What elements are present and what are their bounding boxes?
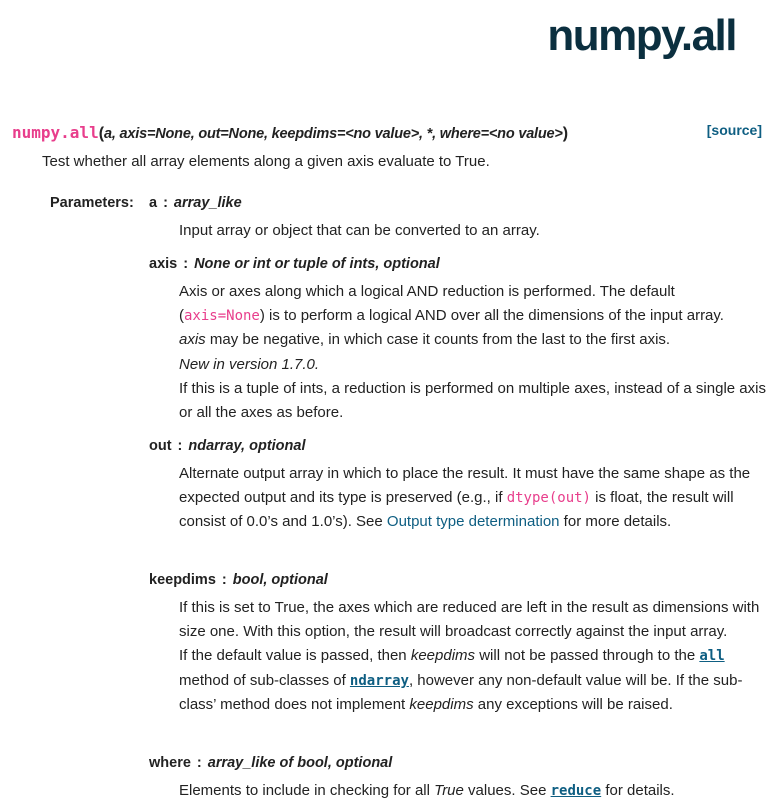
emphasis: axis bbox=[179, 331, 206, 349]
param-axis-description: Axis or axes along which a logical AND r… bbox=[179, 280, 769, 425]
param-separator: : bbox=[163, 195, 168, 211]
param-a: a: array_like Input array or object that … bbox=[149, 191, 769, 243]
param-keepdims: keepdims: bool, optional If this is set t… bbox=[149, 568, 769, 717]
param-out-head: out: ndarray, optional bbox=[149, 434, 769, 458]
param-axis: axis: None or int or tuple of ints, optio… bbox=[149, 252, 769, 425]
emphasis: keepdims bbox=[410, 647, 476, 665]
param-a-description: Input array or object that can be conver… bbox=[179, 222, 540, 239]
desc-line: If this is a tuple of ints, a reduction … bbox=[179, 379, 766, 422]
param-name: a bbox=[149, 195, 158, 211]
output-type-link[interactable]: Output type determination bbox=[387, 513, 560, 530]
param-name: axis bbox=[149, 256, 178, 272]
param-out-description: Alternate output array in which to place… bbox=[179, 465, 751, 531]
desc-line: axis may be negative, in which case it c… bbox=[179, 331, 671, 349]
desc-line: (axis=None) is to perform a logical AND … bbox=[179, 307, 724, 325]
function-summary: Test whether all array elements along a … bbox=[42, 153, 490, 170]
param-type: ndarray, optional bbox=[188, 438, 306, 454]
param-separator: : bbox=[196, 755, 202, 771]
ndarray-link[interactable]: ndarray bbox=[350, 673, 409, 689]
signature-close-paren: ) bbox=[562, 125, 569, 142]
reduce-link[interactable]: reduce bbox=[551, 783, 602, 799]
desc-line: Axis or axes along which a logical AND r… bbox=[179, 283, 675, 300]
param-name: where bbox=[149, 755, 191, 771]
source-link[interactable]: [source] bbox=[707, 118, 762, 142]
param-keepdims-description: If this is set to True, the axes which a… bbox=[179, 596, 769, 717]
param-where: where: array_like of bool, optional Eleme… bbox=[149, 751, 769, 803]
param-type: array_like bbox=[173, 195, 242, 211]
parameters-label: Parameters: bbox=[50, 195, 134, 211]
param-separator: : bbox=[177, 438, 183, 454]
param-type: array_like of bool, optional bbox=[207, 755, 393, 771]
param-separator: : bbox=[183, 256, 189, 272]
param-a-head: a: array_like bbox=[149, 191, 769, 215]
function-name: numpy.all bbox=[12, 123, 99, 142]
version-note: New in version 1.7.0. bbox=[179, 355, 320, 373]
emphasis: keepdims bbox=[409, 695, 474, 713]
page-title: numpy.all bbox=[547, 11, 737, 60]
inline-code: dtype(out) bbox=[506, 490, 591, 507]
param-type: bool, optional bbox=[232, 572, 328, 588]
param-type: None or int or tuple of ints, optional bbox=[194, 256, 440, 272]
param-keepdims-head: keepdims: bool, optional bbox=[149, 568, 769, 592]
desc-paragraph: If this is set to True, the axes which a… bbox=[179, 599, 760, 641]
param-out: out: ndarray, optional Alternate output a… bbox=[149, 434, 769, 535]
function-signature: numpy.all(a, axis=None, out=None, keepdi… bbox=[12, 121, 762, 146]
desc-paragraph: If the default value is passed, then kee… bbox=[179, 647, 743, 713]
param-axis-head: axis: None or int or tuple of ints, optio… bbox=[149, 252, 769, 276]
all-link[interactable]: all bbox=[699, 648, 724, 664]
signature-params: a, axis=None, out=None, keepdims=<no val… bbox=[104, 126, 563, 142]
inline-code: axis=None bbox=[184, 308, 260, 325]
param-where-description: Elements to include in checking for all … bbox=[179, 782, 675, 799]
param-separator: : bbox=[221, 572, 227, 588]
emphasis: True bbox=[434, 782, 464, 799]
param-where-head: where: array_like of bool, optional bbox=[149, 751, 769, 775]
param-name: out bbox=[149, 438, 172, 454]
param-name: keepdims bbox=[149, 572, 216, 588]
